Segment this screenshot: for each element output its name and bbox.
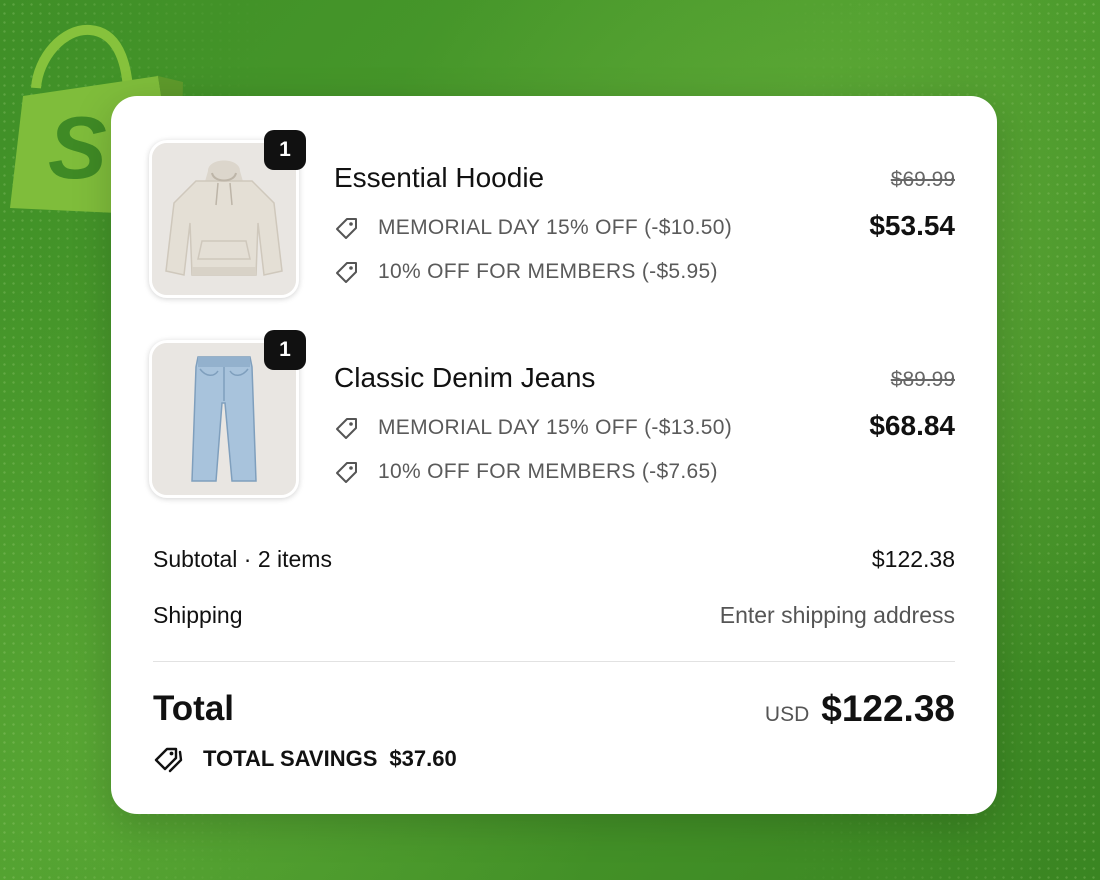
subtotal-row: Subtotal · 2 items $122.38 — [153, 546, 955, 573]
discount-label: 10% OFF FOR MEMBERS (-$7.65) — [378, 460, 718, 483]
quantity-badge: 1 — [264, 330, 306, 370]
currency-code: USD — [764, 703, 810, 726]
savings-label: TOTAL SAVINGS — [203, 746, 378, 771]
product-name: Classic Denim Jeans — [334, 362, 596, 393]
original-price: $69.99 — [890, 168, 955, 191]
tag-icon — [336, 218, 357, 239]
order-summary-card: 1 Essential Hoodie MEMORIAL DAY 15% OFF … — [111, 96, 997, 814]
svg-text:S: S — [48, 98, 107, 197]
subtotal-label: Subtotal · 2 items — [153, 546, 332, 572]
discount-line: MEMORIAL DAY 15% OFF (-$13.50) — [334, 413, 732, 443]
shipping-label: Shipping — [153, 602, 243, 628]
discount-label: 10% OFF FOR MEMBERS (-$5.95) — [378, 260, 718, 283]
line-item: 1 Classic Denim Jeans MEMORIAL DAY 15% O… — [149, 330, 955, 500]
discount-label: MEMORIAL DAY 15% OFF (-$13.50) — [378, 416, 733, 439]
total-amount: USD $122.38 — [765, 688, 955, 730]
line-item: 1 Essential Hoodie MEMORIAL DAY 15% OFF … — [149, 130, 955, 300]
discount-label: MEMORIAL DAY 15% OFF (-$10.50) — [378, 216, 733, 239]
discount-line: MEMORIAL DAY 15% OFF (-$10.50) — [334, 213, 732, 243]
discounted-price: $68.84 — [869, 410, 955, 441]
discount-line: 10% OFF FOR MEMBERS (-$7.65) — [334, 457, 718, 487]
discount-line: 10% OFF FOR MEMBERS (-$5.95) — [334, 257, 718, 287]
tag-icon — [336, 462, 357, 483]
shipping-value: Enter shipping address — [719, 602, 955, 628]
total-label: Total — [153, 689, 235, 728]
total-savings: TOTAL SAVINGS $37.60 — [153, 744, 457, 774]
tags-icon — [154, 747, 183, 773]
quantity-badge: 1 — [264, 130, 306, 170]
divider — [153, 661, 955, 662]
subtotal-value: $122.38 — [871, 546, 955, 572]
original-price: $89.99 — [890, 368, 955, 391]
product-name: Essential Hoodie — [334, 162, 545, 193]
total-row: Total USD $122.38 — [153, 688, 955, 730]
savings-value: $37.60 — [389, 746, 457, 771]
tag-icon — [336, 418, 357, 439]
total-value: $122.38 — [821, 688, 955, 729]
shipping-row: Shipping Enter shipping address — [153, 602, 955, 629]
discounted-price: $53.54 — [869, 210, 955, 241]
tag-icon — [336, 262, 357, 283]
